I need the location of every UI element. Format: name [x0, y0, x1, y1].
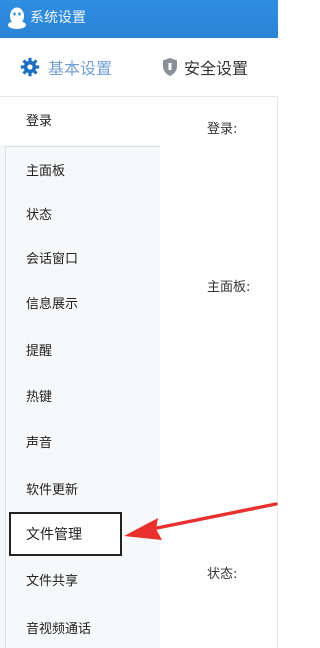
- tab-security-settings[interactable]: 安全设置: [162, 38, 278, 96]
- sidebar-item-info-display[interactable]: 信息展示: [26, 296, 78, 314]
- sidebar-item-reminder[interactable]: 提醒: [26, 343, 52, 361]
- tab-basic-settings[interactable]: 基本设置: [20, 38, 130, 96]
- sidebar-item-software-update[interactable]: 软件更新: [26, 482, 78, 500]
- sidebar-item-session-window[interactable]: 会话窗口: [26, 251, 78, 269]
- section-label-status: 状态:: [207, 567, 238, 582]
- sidebar-item-status[interactable]: 状态: [26, 207, 52, 225]
- window-right-border: [277, 97, 278, 648]
- sidebar-selected-background: [0, 97, 160, 145]
- tab-basic-settings-label: 基本设置: [48, 59, 113, 78]
- sidebar-item-sound[interactable]: 声音: [26, 435, 52, 453]
- sidebar-item-file-sharing[interactable]: 文件共享: [26, 573, 78, 591]
- settings-window: 系统设置 基本设置 安全设置 登录 主面板 状态 会话窗口 信息展示 提醒 热键…: [0, 0, 278, 648]
- tab-security-settings-label: 安全设置: [184, 59, 249, 78]
- section-label-login: 登录:: [207, 122, 238, 137]
- sidebar-item-hotkeys[interactable]: 热键: [26, 389, 52, 407]
- red-arrow-icon: [118, 498, 278, 554]
- penguin-logo-icon: [7, 6, 27, 30]
- settings-tab-bar: 基本设置 安全设置: [0, 38, 278, 96]
- window-title: 系统设置: [30, 10, 86, 26]
- sidebar-item-file-management[interactable]: 文件管理: [26, 526, 82, 544]
- shield-icon: [162, 57, 178, 77]
- title-bar: 系统设置: [0, 0, 278, 38]
- gear-icon: [20, 57, 40, 77]
- sidebar-item-main-panel[interactable]: 主面板: [26, 163, 65, 181]
- section-label-main-panel: 主面板:: [207, 280, 251, 295]
- sidebar-item-av-call[interactable]: 音视频通话: [26, 621, 91, 639]
- sidebar-item-login[interactable]: 登录: [26, 113, 52, 131]
